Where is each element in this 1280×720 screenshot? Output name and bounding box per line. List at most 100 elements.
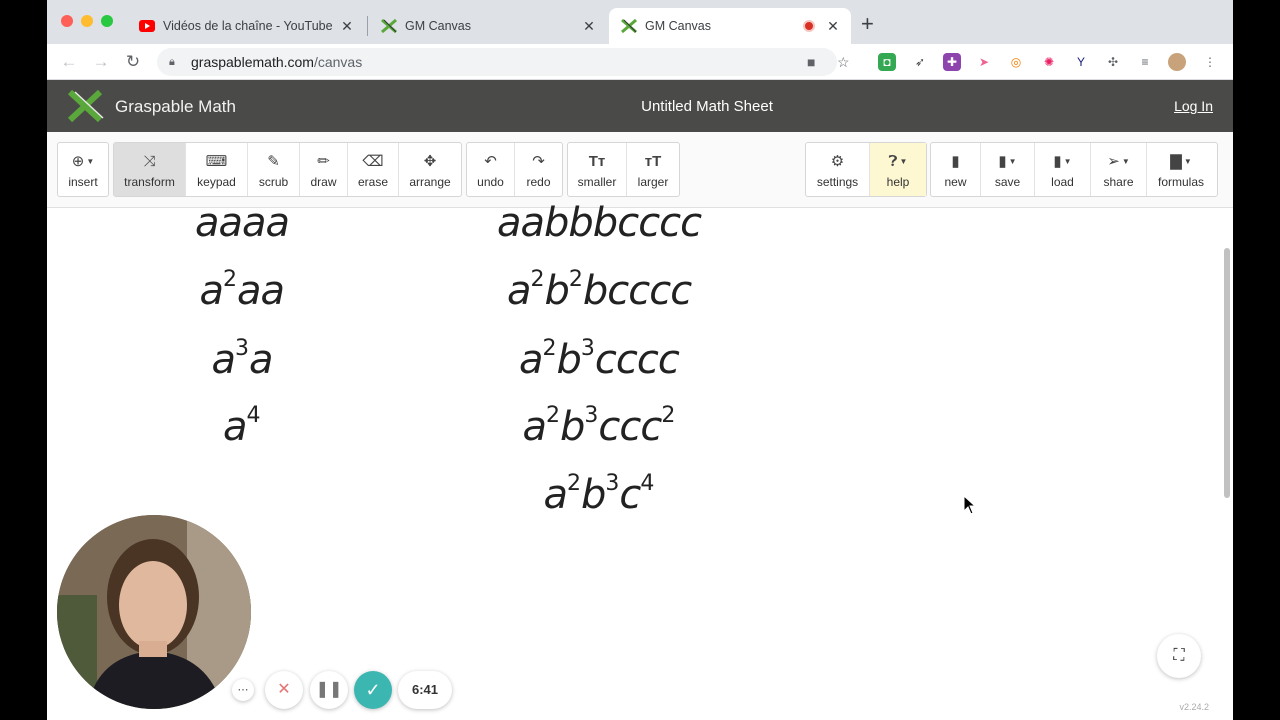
settings-button[interactable]: ⚙ settings (806, 143, 870, 196)
address-bar[interactable]: 🔒︎ graspablemath.com/canvas ■ ☆ (157, 48, 850, 76)
smaller-button[interactable]: Tт smaller (568, 143, 627, 196)
presenter-image (57, 515, 251, 709)
undo-button[interactable]: ↶ undo (467, 143, 515, 196)
profile-avatar[interactable] (1168, 53, 1186, 71)
larger-button[interactable]: тT larger (627, 143, 679, 196)
minimize-window-icon[interactable] (81, 15, 93, 27)
erase-button[interactable]: ⌫ erase (348, 143, 399, 196)
shuffle-icon: ⤨ (143, 153, 156, 170)
save-button[interactable]: ▮ ▼ save (981, 143, 1035, 196)
move-arrows-icon: ✥ (423, 153, 437, 170)
webcam-bubble[interactable] (57, 515, 251, 709)
tab-strip: Vidéos de la chaîne - YouTube ✕ GM Canva… (47, 0, 1233, 44)
youtube-icon (139, 18, 155, 34)
extension-green-icon[interactable]: ◘ (878, 53, 896, 71)
text-larger-icon: тT (644, 153, 662, 170)
close-window-icon[interactable] (61, 15, 73, 27)
left-expression-1[interactable]: aaaa (195, 200, 290, 246)
left-expression-4[interactable]: a4 (223, 404, 261, 450)
wrench-icon: ✎ (267, 153, 280, 170)
new-file-icon: ▮ (951, 153, 960, 170)
extension-purple-icon[interactable]: ✚ (943, 53, 961, 71)
expression-term: a (543, 472, 568, 518)
expression-exponent: 2 (546, 403, 561, 428)
transform-button[interactable]: ⤨ transform (114, 143, 186, 196)
expression-term: a (249, 337, 273, 383)
plus-circle-icon: ⊕ ▼ (71, 153, 95, 170)
load-button[interactable]: ▮ ▼ load (1035, 143, 1091, 196)
fullscreen-icon[interactable]: ⛶ (1157, 634, 1201, 678)
recording-indicator-icon (803, 20, 815, 32)
paper-plane-icon: ➢ ▼ (1107, 153, 1130, 170)
back-icon[interactable]: ← (58, 51, 80, 73)
close-tab-icon[interactable]: ✕ (825, 18, 841, 35)
extension-orange-icon[interactable]: ◎ (1007, 53, 1025, 71)
expression-term: a (522, 404, 547, 450)
expression-term: aabbbcccc (497, 200, 702, 246)
tab-title: GM Canvas (645, 19, 711, 33)
recorder-more-button[interactable]: ⋯ (232, 679, 254, 701)
redo-button[interactable]: ↷ redo (515, 143, 562, 196)
extensions-puzzle-icon[interactable]: ✣ (1104, 53, 1122, 71)
maximize-window-icon[interactable] (101, 15, 113, 27)
eraser-icon: ⌫ (362, 153, 384, 170)
reload-icon[interactable]: ↻ (122, 51, 144, 73)
pencil-icon: ✏ (317, 153, 330, 170)
right-expression-2[interactable]: a2b2bcccc (507, 268, 692, 314)
scrub-button[interactable]: ✎ scrub (248, 143, 300, 196)
sheet-title[interactable]: Untitled Math Sheet (47, 98, 1233, 115)
expression-term: cccc (594, 337, 680, 383)
vertical-scrollbar[interactable] (1224, 248, 1230, 498)
left-expression-2[interactable]: a2aa (199, 267, 286, 314)
tab-gm-canvas-2[interactable]: GM Canvas ✕ (609, 8, 851, 44)
recorder-pause-button[interactable]: ❚❚ (310, 671, 348, 709)
history-group: ↶ undo ↷ redo (466, 142, 563, 197)
extension-arrow-icon[interactable]: ➤ (975, 53, 993, 71)
forward-icon[interactable]: → (90, 51, 112, 73)
right-expression-1[interactable]: aabbbcccc (497, 200, 702, 246)
share-button[interactable]: ➢ ▼ share (1091, 143, 1147, 196)
media-control-icon[interactable]: ≡ (1136, 53, 1154, 71)
insert-button[interactable]: ⊕ ▼ insert (58, 143, 108, 196)
extension-colorful-icon[interactable]: ✺ (1040, 53, 1058, 71)
expression-term: ccc (598, 404, 662, 450)
tab-youtube[interactable]: Vidéos de la chaîne - YouTube ✕ (127, 8, 365, 44)
mouse-cursor-icon (963, 495, 977, 515)
keypad-button[interactable]: ⌨ keypad (186, 143, 248, 196)
right-expression-5[interactable]: a2b3c4 (544, 472, 655, 518)
expression-term: a (199, 268, 224, 314)
graspable-math-favicon-icon (621, 18, 637, 34)
expression-term: a (507, 268, 531, 314)
expression-term: b (556, 337, 582, 383)
draw-button[interactable]: ✏ draw (300, 143, 348, 196)
camera-icon[interactable]: ■ (807, 48, 815, 76)
recorder-finish-button[interactable]: ✓ (354, 671, 392, 709)
formulas-button[interactable]: ▇ ▼ formulas (1147, 143, 1215, 196)
expression-exponent: 2 (223, 267, 238, 292)
app-header: Graspable Math Untitled Math Sheet Log I… (47, 80, 1233, 132)
right-expression-3[interactable]: a2b3cccc (519, 336, 680, 383)
extension-rocket-icon[interactable]: ➶ (911, 53, 929, 71)
expression-exponent: 4 (246, 403, 261, 428)
tab-title: Vidéos de la chaîne - YouTube (163, 19, 333, 33)
new-button[interactable]: ▮ new (931, 143, 981, 196)
browser-menu-icon[interactable]: ⋮ (1201, 53, 1219, 71)
recorder-discard-button[interactable]: ✕ (265, 671, 303, 709)
new-tab-button[interactable]: + (861, 12, 874, 36)
bookmark-star-icon[interactable]: ☆ (837, 48, 850, 76)
lock-icon: 🔒︎ (169, 56, 175, 68)
load-file-icon: ▮ ▼ (1053, 153, 1072, 170)
recorder-elapsed-time: 6:41 (398, 671, 452, 709)
right-expression-4[interactable]: a2b3ccc2 (523, 404, 676, 450)
left-expression-3[interactable]: a3a (211, 337, 274, 383)
expression-exponent: 3 (580, 336, 595, 361)
expression-term: a (211, 337, 236, 383)
arrange-button[interactable]: ✥ arrange (399, 143, 461, 196)
tab-gm-canvas-1[interactable]: GM Canvas ✕ (369, 8, 607, 44)
redo-icon: ↷ (532, 153, 545, 170)
close-tab-icon[interactable]: ✕ (339, 18, 355, 35)
login-link[interactable]: Log In (1174, 98, 1213, 114)
help-button[interactable]: ❓︎ ▼ help (870, 143, 926, 196)
close-tab-icon[interactable]: ✕ (581, 18, 597, 35)
extension-y-icon[interactable]: Y (1072, 53, 1090, 71)
